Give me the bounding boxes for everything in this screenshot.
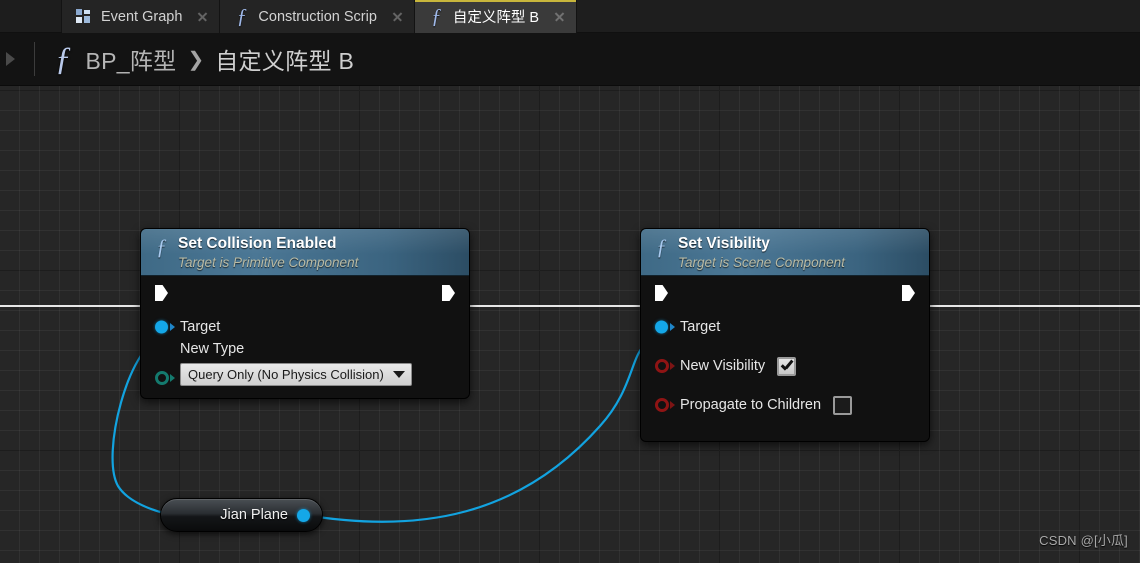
node-title: Set Visibility: [678, 235, 770, 252]
new-type-pin-dot[interactable]: [155, 371, 169, 385]
node-body: Target New Visibility Propagate to Child…: [641, 276, 929, 441]
tab-construction-script-close-icon[interactable]: [391, 10, 404, 23]
pin-label-propagate-to-children: Propagate to Children: [680, 397, 822, 413]
function-fx-icon: ƒ: [236, 4, 248, 28]
combo-new-type-value: Query Only (No Physics Collision): [188, 367, 384, 382]
tab-custom-formation-b-label: 自定义阵型 B: [452, 10, 540, 26]
node-set-collision-enabled[interactable]: ƒ Set Collision Enabled Target is Primit…: [140, 228, 470, 399]
pin-row-new-visibility[interactable]: New Visibility: [641, 348, 929, 384]
breadcrumb-divider: [34, 42, 35, 76]
tab-construction-script-label: Construction Scrip: [258, 8, 377, 25]
node-title: Set Collision Enabled: [178, 235, 337, 252]
exec-pin-row: [641, 276, 929, 309]
node-body: Target New Type Query Only (No Physics C…: [141, 276, 469, 398]
tab-custom-formation-b-close-icon[interactable]: [553, 10, 566, 23]
function-fx-icon: ƒ: [431, 4, 442, 28]
propagate-pin-dot[interactable]: [655, 398, 669, 412]
node-subtitle: Target is Primitive Component: [178, 255, 359, 270]
breadcrumb-current[interactable]: 自定义阵型 B: [215, 42, 354, 76]
checkbox-propagate-to-children[interactable]: [833, 395, 853, 415]
exec-pin-row: [141, 276, 469, 309]
new-visibility-pin-dot[interactable]: [655, 359, 669, 373]
target-pin-dot[interactable]: [155, 320, 168, 334]
watermark-text: CSDN @[小瓜]: [1039, 533, 1128, 548]
blueprint-graph-canvas[interactable]: ƒ Set Collision Enabled Target is Primit…: [0, 86, 1140, 563]
variable-output-pin[interactable]: [297, 508, 310, 522]
pin-label-new-visibility: New Visibility: [680, 358, 766, 374]
exec-in-pin[interactable]: [155, 285, 168, 301]
function-fx-icon: ƒ: [55, 40, 72, 77]
target-pin-arrow-icon: [670, 323, 675, 331]
grid-icon: [76, 9, 92, 24]
pin-row-propagate-to-children[interactable]: Propagate to Children: [641, 387, 929, 423]
propagate-pin-arrow-icon: [670, 401, 675, 409]
breadcrumb-bar: ƒ BP_阵型 ❯ 自定义阵型 B: [0, 33, 1140, 86]
node-subtitle: Target is Scene Component: [678, 255, 845, 270]
breadcrumb-separator-icon: ❯: [187, 48, 205, 71]
tab-bar-left-spacer: [0, 0, 62, 32]
node-set-visibility[interactable]: ƒ Set Visibility Target is Scene Compone…: [640, 228, 930, 442]
node-header: ƒ Set Visibility Target is Scene Compone…: [641, 229, 929, 276]
exec-out-pin[interactable]: [442, 285, 455, 301]
node-variable-jian-plane[interactable]: Jian Plane: [160, 498, 323, 532]
function-fx-icon: ƒ: [156, 234, 167, 259]
exec-out-pin[interactable]: [902, 285, 915, 301]
target-pin-arrow-icon: [170, 323, 175, 331]
chevron-down-icon: [392, 371, 405, 378]
tab-construction-script[interactable]: ƒ Construction Scrip: [220, 0, 415, 33]
exec-in-pin[interactable]: [655, 285, 668, 301]
tab-event-graph-label: Event Graph: [101, 8, 183, 25]
node-header: ƒ Set Collision Enabled Target is Primit…: [141, 229, 469, 276]
back-arrow-icon[interactable]: [0, 33, 26, 85]
new-type-pin-arrow-icon: [170, 374, 175, 382]
pin-label-target: Target: [180, 319, 221, 335]
tab-event-graph[interactable]: Event Graph: [62, 0, 221, 33]
function-fx-icon: ƒ: [656, 234, 667, 259]
tab-custom-formation-b[interactable]: ƒ 自定义阵型 B: [414, 0, 578, 33]
pin-label-target: Target: [680, 319, 721, 335]
variable-label: Jian Plane: [220, 507, 288, 523]
breadcrumb-root[interactable]: BP_阵型: [86, 42, 177, 76]
pin-row-target[interactable]: Target: [641, 309, 929, 345]
checkbox-new-visibility[interactable]: [777, 356, 797, 376]
combo-new-type[interactable]: Query Only (No Physics Collision): [180, 363, 412, 386]
property-new-type: New Type Query Only (No Physics Collisio…: [141, 341, 469, 386]
new-visibility-pin-arrow-icon: [670, 362, 675, 370]
pin-row-target[interactable]: Target: [141, 309, 469, 345]
editor-tab-bar: Event Graph ƒ Construction Scrip ƒ 自定义阵型…: [0, 0, 1140, 33]
target-pin-dot[interactable]: [655, 320, 668, 334]
tab-event-graph-close-icon[interactable]: [196, 10, 209, 23]
